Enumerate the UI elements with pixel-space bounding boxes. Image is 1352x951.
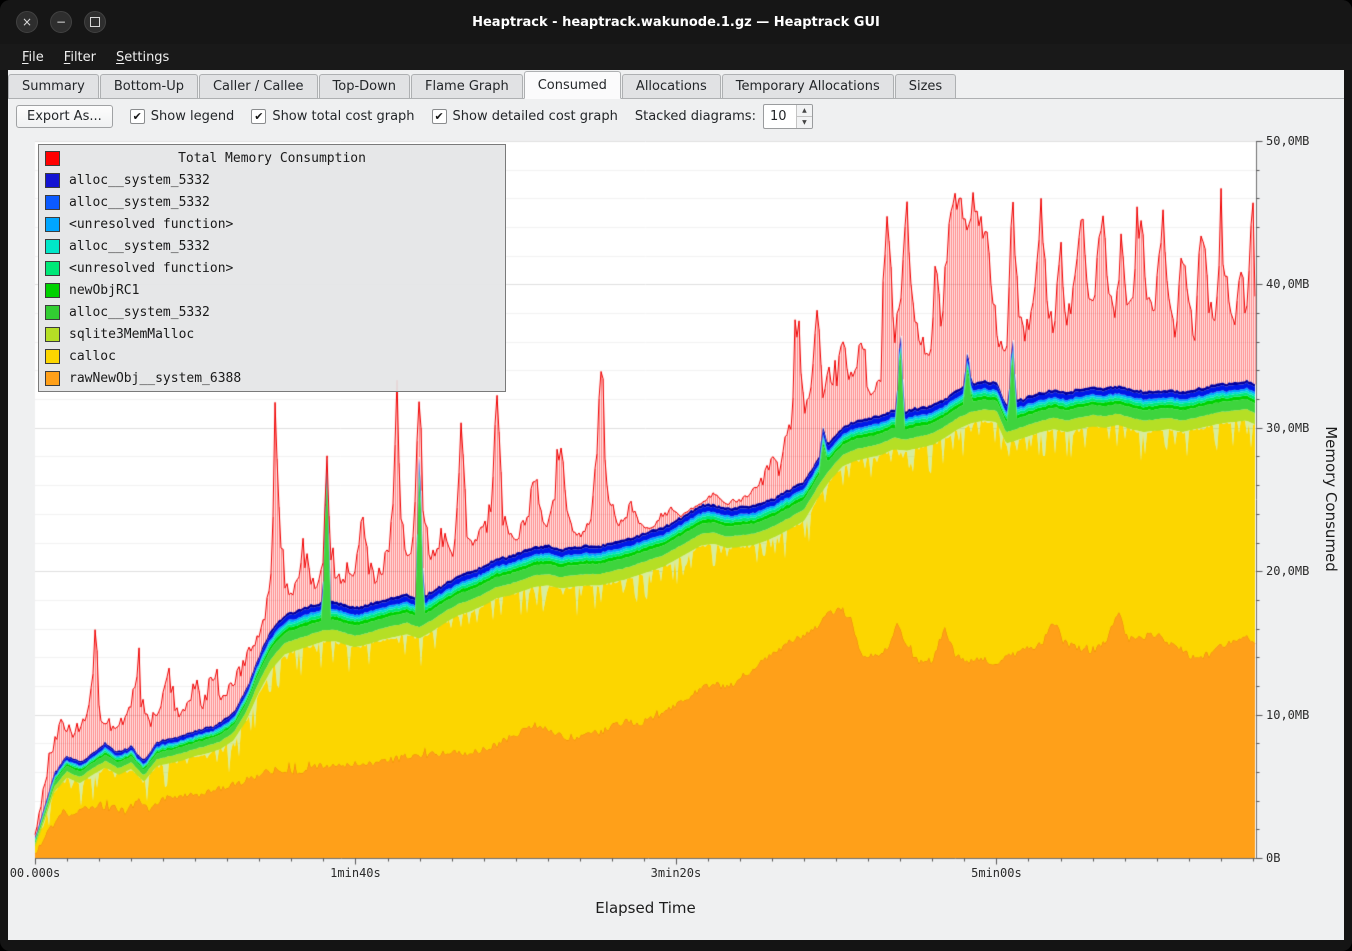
checkbox-label: Show total cost graph	[272, 109, 414, 124]
check-icon: ✔	[254, 110, 263, 123]
legend-swatch	[45, 173, 60, 188]
tab-caller-callee[interactable]: Caller / Callee	[199, 74, 318, 98]
legend-entry: alloc__system_5332	[39, 235, 505, 257]
window: × − Heaptrack - heaptrack.wakunode.1.gz …	[0, 0, 1352, 951]
stacked-diagrams-control: Stacked diagrams: ▲ ▼	[635, 104, 813, 129]
legend-entry-label: <unresolved function>	[69, 217, 233, 232]
legend-entry: newObjRC1	[39, 279, 505, 301]
menu-file[interactable]: File	[12, 47, 54, 68]
legend-entry-label: alloc__system_5332	[69, 239, 210, 254]
checkbox-box[interactable]: ✔	[130, 109, 145, 124]
legend-entry-label: alloc__system_5332	[69, 195, 210, 210]
close-button[interactable]: ×	[16, 11, 38, 33]
toolbar: Export As... ✔ Show legend ✔ Show total cos…	[8, 99, 1344, 133]
menu-filter[interactable]: Filter	[54, 47, 106, 68]
stacked-diagrams-spinbox: ▲ ▼	[763, 104, 813, 129]
tab-allocations[interactable]: Allocations	[622, 74, 721, 98]
legend-swatch	[45, 195, 60, 210]
legend-swatch	[45, 305, 60, 320]
legend-swatch	[45, 349, 60, 364]
checkbox-box[interactable]: ✔	[251, 109, 266, 124]
y-axis-title: Memory Consumed	[1322, 426, 1340, 572]
titlebar[interactable]: × − Heaptrack - heaptrack.wakunode.1.gz …	[0, 0, 1352, 44]
legend-entry: rawNewObj__system_6388	[39, 367, 505, 389]
legend-entry-label: rawNewObj__system_6388	[69, 371, 241, 386]
spin-up-button[interactable]: ▲	[797, 105, 812, 116]
maximize-button[interactable]	[84, 11, 106, 33]
x-tick-label: 1min40s	[330, 866, 381, 880]
window-title: Heaptrack - heaptrack.wakunode.1.gz — He…	[0, 15, 1352, 30]
legend-entry: alloc__system_5332	[39, 191, 505, 213]
y-tick-label: 20,0MB	[1266, 564, 1309, 578]
spin-buttons: ▲ ▼	[796, 105, 812, 128]
spin-up-icon: ▲	[802, 107, 807, 114]
legend-entry-label: alloc__system_5332	[69, 173, 210, 188]
x-tick-label: 5min00s	[971, 866, 1022, 880]
y-tick-label: 0B	[1266, 851, 1280, 865]
checkbox-box[interactable]: ✔	[432, 109, 447, 124]
legend-title-row: Total Memory Consumption	[39, 147, 505, 169]
y-tick-label: 50,0MB	[1266, 134, 1309, 148]
close-icon: ×	[22, 16, 32, 28]
legend-swatch	[45, 217, 60, 232]
checkbox-label: Show detailed cost graph	[453, 109, 618, 124]
checkbox-group: ✔ Show legend ✔ Show total cost graph ✔ Show …	[130, 109, 618, 124]
legend-entry: alloc__system_5332	[39, 169, 505, 191]
legend-swatch	[45, 327, 60, 342]
checkbox-show-detailed-cost-graph[interactable]: ✔ Show detailed cost graph	[432, 109, 618, 124]
checkbox-label: Show legend	[151, 109, 235, 124]
checkbox-show-total-cost-graph[interactable]: ✔ Show total cost graph	[251, 109, 414, 124]
legend-swatch	[45, 261, 60, 276]
legend-title: Total Memory Consumption	[69, 151, 475, 166]
x-axis-title: Elapsed Time	[35, 899, 1256, 917]
minimize-button[interactable]: −	[50, 11, 72, 33]
tab-summary[interactable]: Summary	[8, 74, 99, 98]
spin-down-button[interactable]: ▼	[797, 116, 812, 128]
tab-top-down[interactable]: Top-Down	[319, 74, 410, 98]
checkbox-show-legend[interactable]: ✔ Show legend	[130, 109, 235, 124]
legend-entry-label: calloc	[69, 349, 116, 364]
legend-entry: calloc	[39, 345, 505, 367]
legend-entry-label: newObjRC1	[69, 283, 139, 298]
check-icon: ✔	[434, 110, 443, 123]
legend-swatch	[45, 283, 60, 298]
tab-bar: SummaryBottom-UpCaller / CalleeTop-DownF…	[8, 70, 1344, 99]
legend-entry: <unresolved function>	[39, 257, 505, 279]
x-tick-label: 00.000s	[10, 866, 61, 880]
stacked-diagrams-label: Stacked diagrams:	[635, 109, 756, 124]
spin-down-icon: ▼	[802, 119, 807, 126]
legend-swatch	[45, 239, 60, 254]
tab-consumed[interactable]: Consumed	[524, 71, 621, 99]
legend-entry: alloc__system_5332	[39, 301, 505, 323]
export-as-button[interactable]: Export As...	[16, 105, 113, 128]
content: SummaryBottom-UpCaller / CalleeTop-DownF…	[8, 70, 1344, 940]
legend-entry-label: sqlite3MemMalloc	[69, 327, 194, 342]
y-tick-label: 40,0MB	[1266, 277, 1309, 291]
tab-sizes[interactable]: Sizes	[895, 74, 956, 98]
chart-legend: Total Memory Consumption alloc__system_53…	[38, 144, 506, 392]
tab-flame-graph[interactable]: Flame Graph	[411, 74, 523, 98]
tab-temporary-allocations[interactable]: Temporary Allocations	[722, 74, 894, 98]
window-controls: × −	[16, 11, 106, 33]
x-tick-label: 3min20s	[651, 866, 702, 880]
legend-entry-label: alloc__system_5332	[69, 305, 210, 320]
legend-entry-label: <unresolved function>	[69, 261, 233, 276]
maximize-icon	[90, 17, 100, 27]
check-icon: ✔	[133, 110, 142, 123]
minimize-icon: −	[56, 16, 66, 28]
y-tick-label: 30,0MB	[1266, 421, 1309, 435]
menubar: FileFilterSettings	[0, 44, 1352, 70]
legend-entry: sqlite3MemMalloc	[39, 323, 505, 345]
stacked-diagrams-input[interactable]	[764, 105, 796, 128]
y-tick-label: 10,0MB	[1266, 708, 1309, 722]
tab-bottom-up[interactable]: Bottom-Up	[100, 74, 198, 98]
menu-settings[interactable]: Settings	[106, 47, 179, 68]
chart-area: Total Memory Consumption alloc__system_53…	[8, 133, 1344, 941]
legend-entry: <unresolved function>	[39, 213, 505, 235]
legend-swatch	[45, 371, 60, 386]
legend-swatch	[45, 151, 60, 166]
